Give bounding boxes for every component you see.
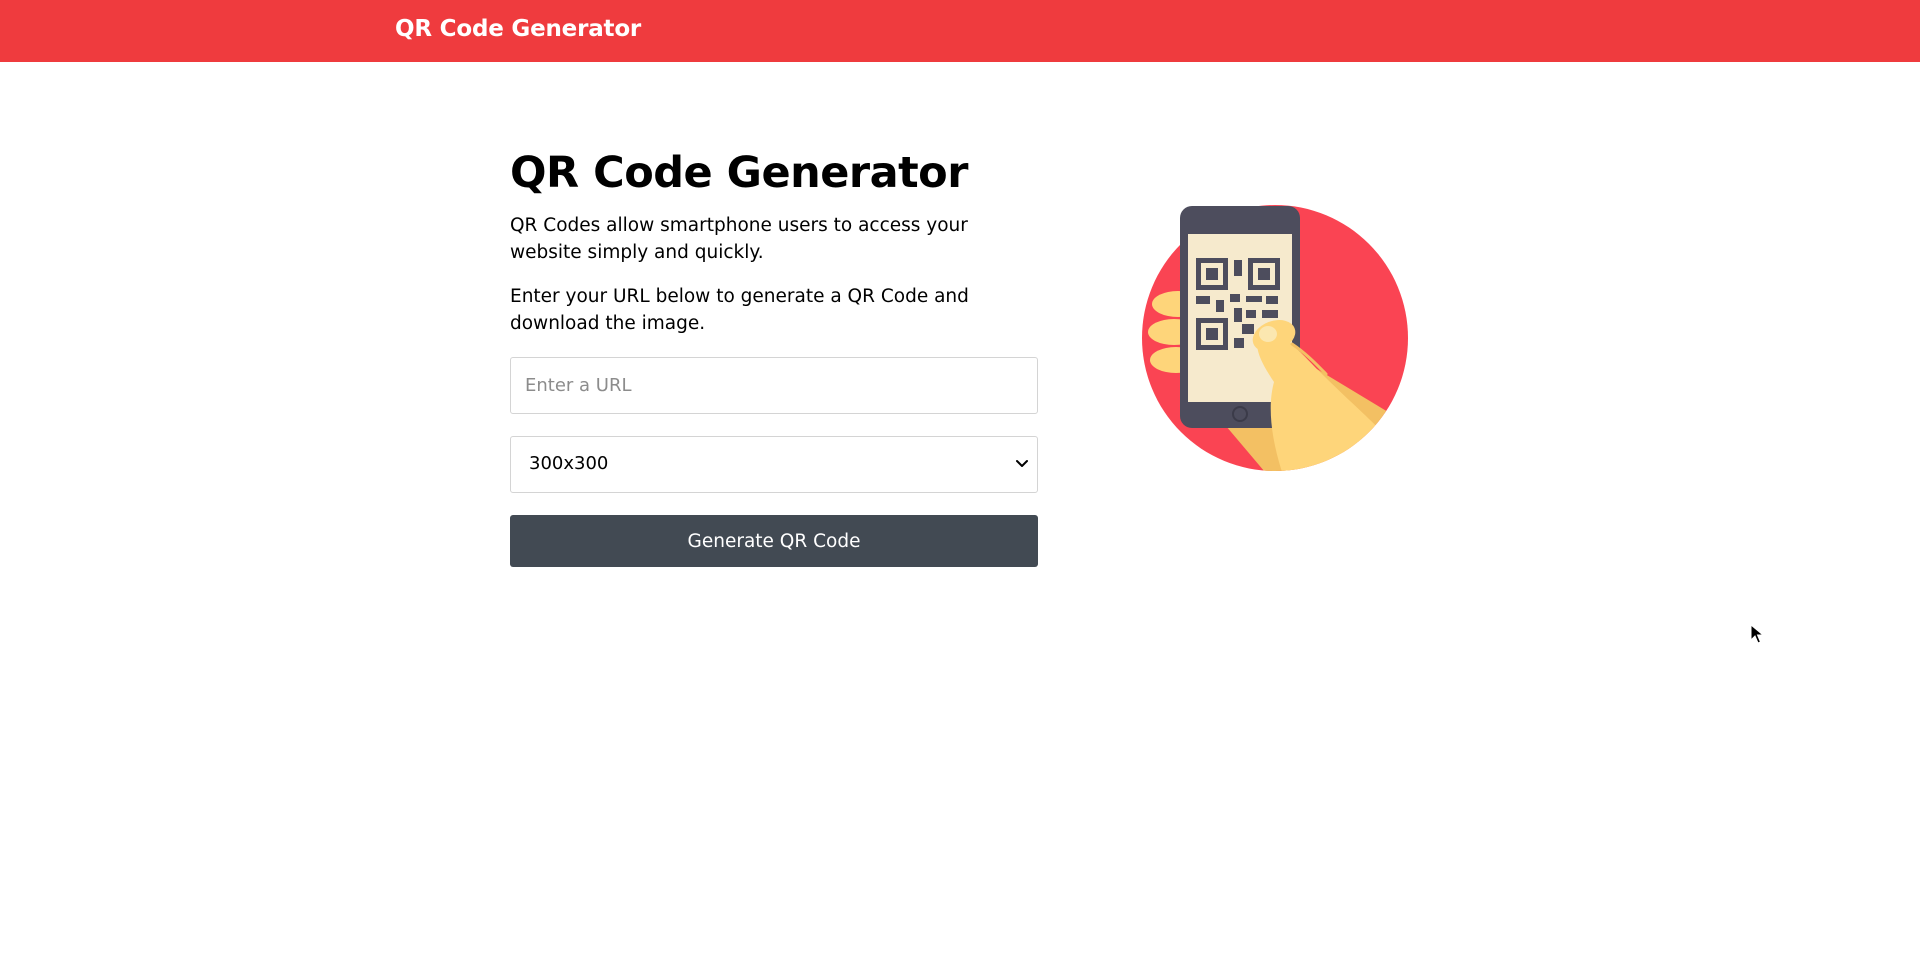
top-navbar: QR Code Generator [0,0,1920,62]
chevron-down-icon [1016,460,1028,467]
url-input[interactable] [510,357,1038,414]
brand-logo-text[interactable]: QR Code Generator [395,13,641,45]
hand-holding-phone-qr-illustration [1142,205,1408,471]
size-select-value: 300x300 [529,453,609,474]
generate-qr-button[interactable]: Generate QR Code [510,515,1038,567]
instructions-text: Enter your URL below to generate a QR Co… [510,286,969,334]
size-select[interactable]: 300x300 [510,436,1038,493]
intro-text: QR Codes allow smartphone users to acces… [510,215,968,263]
generator-panel: QR Code Generator QR Codes allow smartph… [510,145,1038,567]
page-title: QR Code Generator [510,148,968,198]
mouse-cursor-icon [1750,624,1764,644]
